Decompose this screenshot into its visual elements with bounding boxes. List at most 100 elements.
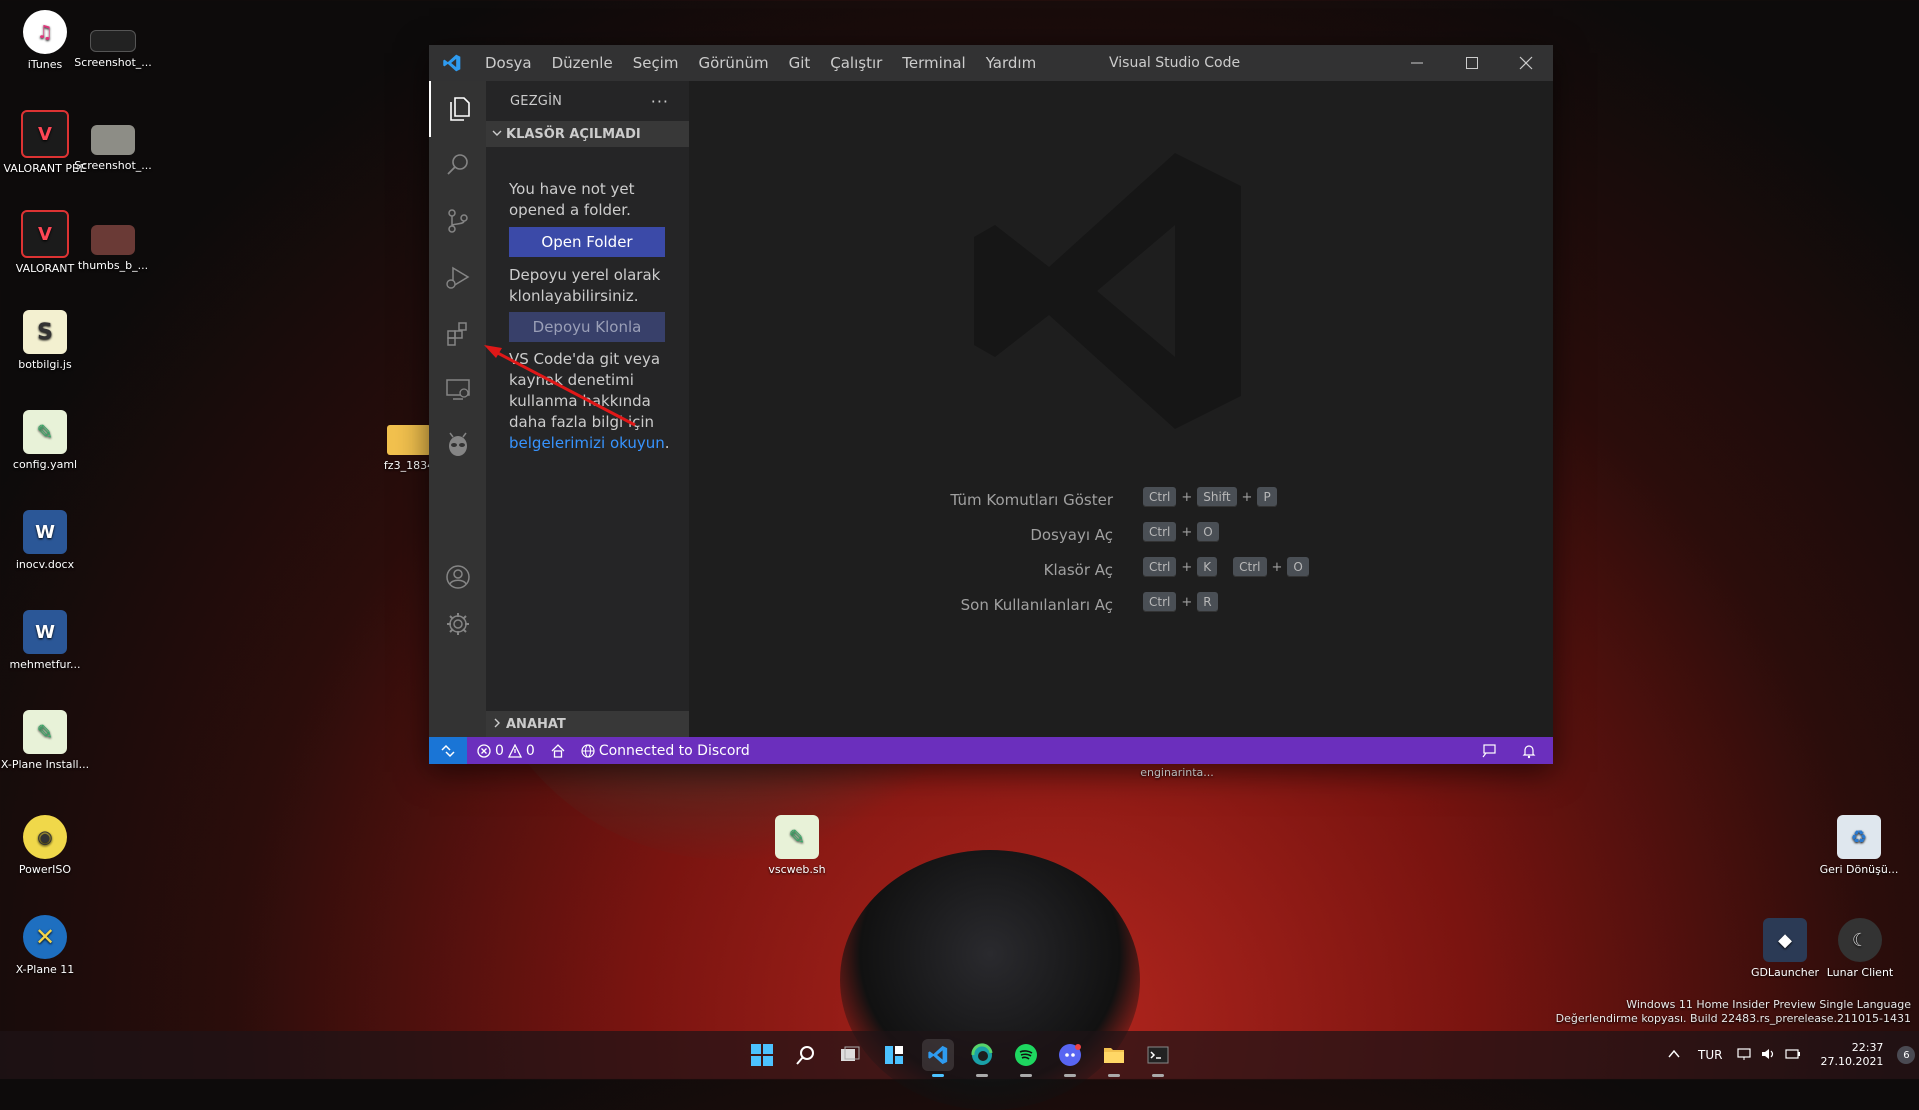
shortcut-open-folder[interactable]: Klasör Aç Ctrl + K Ctrl + O — [689, 555, 1553, 585]
menu-gorunum[interactable]: Görünüm — [688, 45, 778, 81]
desktop-icon-poweriso[interactable]: ◉ PowerISO — [0, 815, 90, 877]
desktop-icon-mehmetfur[interactable]: W mehmetfur... — [0, 610, 90, 672]
menu-terminal[interactable]: Terminal — [892, 45, 975, 81]
menu-calistir[interactable]: Çalıştır — [820, 45, 892, 81]
problems-indicator[interactable]: 0 0 — [477, 743, 535, 759]
battery-icon[interactable] — [1784, 1046, 1802, 1065]
close-icon — [1519, 56, 1532, 70]
gdlauncher-icon: ◆ — [1763, 918, 1807, 962]
bell-icon — [1522, 744, 1536, 758]
menu-git[interactable]: Git — [779, 45, 821, 81]
menu-dosya[interactable]: Dosya — [475, 45, 542, 81]
section-no-folder[interactable]: KLASÖR AÇILMADI — [486, 121, 689, 147]
menu-secim[interactable]: Seçim — [623, 45, 689, 81]
vscode-taskbar-button[interactable] — [922, 1039, 954, 1077]
input-language[interactable]: TUR — [1698, 1048, 1722, 1062]
desktop-icon-screenshot-2[interactable]: Screenshot_... — [68, 115, 158, 173]
terminal-taskbar-button[interactable] — [1142, 1039, 1174, 1077]
watermark-line-2: Değerlendirme kopyası. Build 22483.rs_pr… — [1555, 1012, 1911, 1025]
close-button[interactable] — [1498, 45, 1553, 81]
maximize-button[interactable] — [1444, 45, 1499, 81]
sidebar-title: GEZGİN — [510, 93, 563, 109]
search-taskbar-button[interactable] — [790, 1039, 822, 1071]
source-control-button[interactable] — [429, 193, 486, 249]
status-bar: 0 0 Connected to Discord — [429, 737, 1553, 764]
run-debug-button[interactable] — [429, 249, 486, 305]
chevron-up-icon[interactable] — [1668, 1048, 1680, 1063]
task-view-button[interactable] — [834, 1039, 866, 1071]
desktop-icon-xplane-install[interactable]: ✎ X-Plane Install... — [0, 710, 90, 772]
image-icon — [91, 225, 135, 255]
desktop-icon-inocv[interactable]: W inocv.docx — [0, 510, 90, 572]
more-actions-icon[interactable]: ··· — [651, 92, 669, 111]
menu-yardim[interactable]: Yardım — [976, 45, 1047, 81]
shortcut-show-commands[interactable]: Tüm Komutları Göster Ctrl + Shift + P — [689, 485, 1553, 515]
key-ctrl: Ctrl — [1143, 557, 1177, 577]
desktop-icon-config-yaml[interactable]: ✎ config.yaml — [0, 410, 90, 472]
key-ctrl: Ctrl — [1143, 487, 1177, 507]
desktop-icon-enginarinta[interactable]: enginarinta... — [1132, 766, 1222, 780]
settings-button[interactable] — [429, 596, 486, 652]
desktop-icon-vscweb[interactable]: ✎ vscweb.sh — [752, 815, 842, 877]
text-file-icon: ✎ — [23, 410, 67, 454]
taskbar: TUR 22:37 27.10.2021 6 — [0, 1031, 1919, 1079]
clone-message: Depoyu yerel olarak klonlayabilirsiniz. — [509, 266, 661, 305]
discord-taskbar-button[interactable] — [1054, 1039, 1086, 1077]
edge-taskbar-button[interactable] — [966, 1039, 998, 1077]
alien-extension-button[interactable] — [429, 417, 486, 473]
shortcut-keys: Ctrl + O — [1143, 522, 1219, 542]
notification-count-badge[interactable]: 6 — [1897, 1046, 1916, 1064]
sidebar-header: GEZGİN ··· — [486, 81, 689, 121]
remote-icon — [441, 744, 455, 757]
home-button[interactable] — [551, 743, 565, 758]
chevron-down-icon — [492, 127, 502, 142]
section-outline[interactable]: ANAHAT — [486, 711, 689, 737]
shortcut-keys: Ctrl + Shift + P — [1143, 487, 1277, 507]
extensions-button[interactable] — [429, 305, 486, 361]
search-icon — [796, 1046, 814, 1065]
warning-icon — [507, 743, 522, 758]
widgets-button[interactable] — [878, 1039, 910, 1071]
minimize-button[interactable] — [1389, 45, 1444, 81]
discord-icon — [1059, 1044, 1081, 1066]
account-icon — [445, 565, 470, 589]
discord-status-text: Connected to Discord — [598, 742, 750, 759]
shortcut-keys: Ctrl + R — [1143, 592, 1218, 612]
desktop-icon-recycle-bin[interactable]: ♻ Geri Dönüşü... — [1814, 815, 1904, 877]
clone-repo-button[interactable]: Depoyu Klonla — [509, 312, 665, 342]
remote-explorer-button[interactable] — [429, 361, 486, 417]
open-folder-button[interactable]: Open Folder — [509, 227, 665, 257]
files-icon — [449, 97, 470, 121]
spotify-taskbar-button[interactable] — [1010, 1039, 1042, 1077]
edge-icon — [971, 1043, 993, 1065]
network-icon[interactable] — [1736, 1046, 1752, 1065]
desktop-icon-screenshot-1[interactable]: Screenshot_... — [68, 10, 158, 70]
volume-icon[interactable] — [1760, 1046, 1776, 1065]
desktop-icon-xplane-11[interactable]: ✕ X-Plane 11 — [0, 915, 90, 977]
shortcut-open-recent[interactable]: Son Kullanılanları Aç Ctrl + R — [689, 590, 1553, 620]
file-explorer-taskbar-button[interactable] — [1098, 1039, 1130, 1077]
notifications-button[interactable] — [1521, 743, 1537, 759]
desktop-icon-thumbs[interactable]: thumbs_b_... — [68, 215, 158, 273]
key-r: R — [1197, 592, 1218, 612]
search-button[interactable] — [429, 137, 486, 193]
lunar-client-icon: ☾ — [1838, 918, 1882, 962]
shortcut-open-file[interactable]: Dosyayı Aç Ctrl + O — [689, 520, 1553, 550]
explorer-sidebar: GEZGİN ··· KLASÖR AÇILMADI You have not … — [486, 81, 689, 737]
run-debug-icon — [445, 266, 469, 289]
explorer-button[interactable] — [429, 81, 488, 137]
key-k: K — [1197, 557, 1218, 577]
desktop-icon-botbilgi[interactable]: S botbilgi.js — [0, 310, 90, 372]
warning-count: 0 — [525, 742, 535, 759]
docs-link[interactable]: belgelerimizi okuyun — [509, 434, 665, 452]
clock[interactable]: 22:37 27.10.2021 — [1820, 1041, 1883, 1069]
discord-status[interactable]: Connected to Discord — [581, 743, 750, 759]
start-button[interactable] — [746, 1039, 778, 1071]
terminal-icon — [1147, 1046, 1169, 1064]
remote-explorer-icon — [445, 379, 470, 400]
feedback-button[interactable] — [1481, 743, 1497, 759]
section-no-folder-label: KLASÖR AÇILMADI — [506, 126, 641, 142]
menu-duzenle[interactable]: Düzenle — [542, 45, 623, 81]
remote-indicator-button[interactable] — [429, 737, 467, 764]
desktop-icon-lunar-client[interactable]: ☾ Lunar Client — [1815, 918, 1905, 980]
